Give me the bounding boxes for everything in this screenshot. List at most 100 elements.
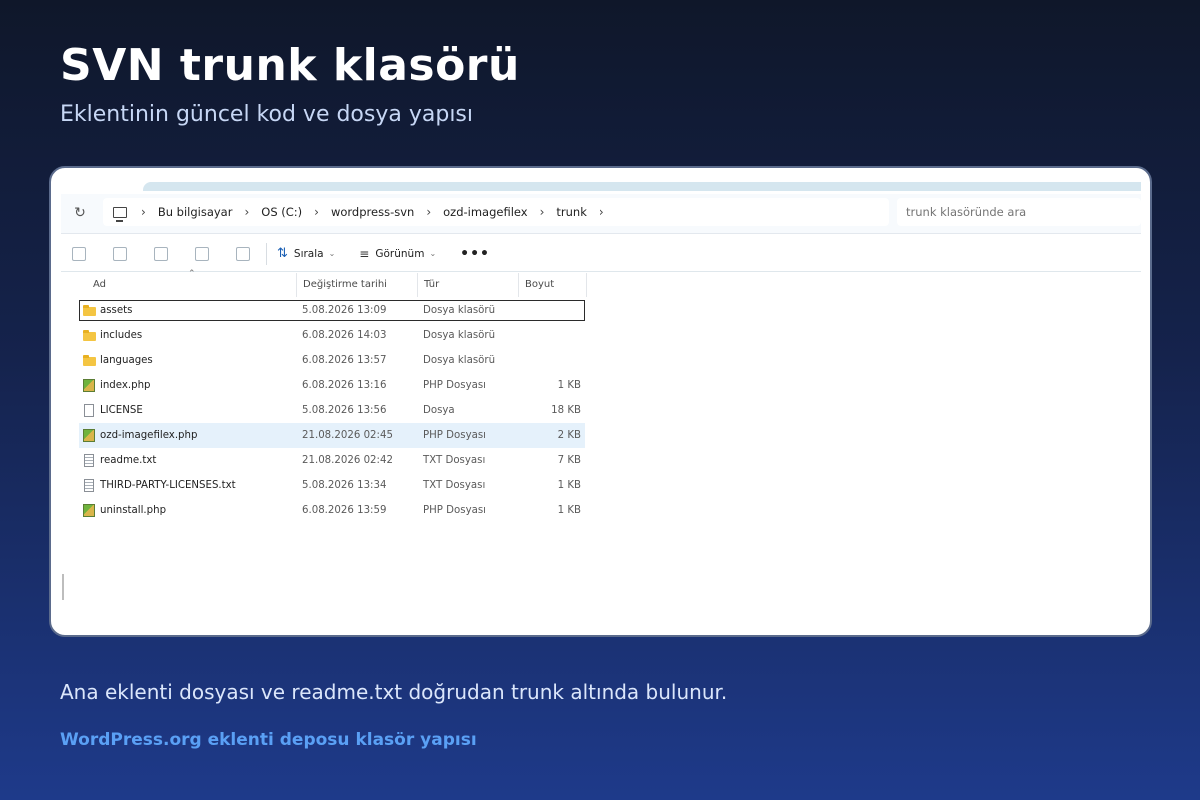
file-name: readme.txt	[100, 455, 157, 466]
text-file-icon	[84, 479, 94, 492]
column-header-row: ⌃ Ad Değiştirme tarihi Tür Boyut	[61, 269, 587, 297]
column-header-size[interactable]: Boyut	[519, 273, 587, 297]
file-icon	[84, 404, 94, 417]
file-size-cell: 18 KB	[551, 405, 581, 416]
command-bar: ⇅ Sırala ⌄ ≡ Görünüm ⌄ •••	[61, 236, 1141, 272]
repository-structure-link[interactable]: WordPress.org eklenti deposu klasör yapı…	[60, 730, 477, 750]
scroll-indicator[interactable]	[62, 574, 64, 600]
file-type-cell: PHP Dosyası	[423, 430, 486, 441]
file-name-cell: languages	[83, 348, 153, 373]
file-modified-cell: 5.08.2026 13:34	[302, 480, 387, 491]
file-name-cell: includes	[83, 323, 142, 348]
file-modified-cell: 21.08.2026 02:45	[302, 430, 393, 441]
chevron-right-icon[interactable]: ›	[314, 205, 319, 219]
file-modified-cell: 6.08.2026 13:57	[302, 355, 387, 366]
view-button[interactable]: ≡ Görünüm ⌄	[359, 247, 436, 261]
file-type-cell: PHP Dosyası	[423, 505, 486, 516]
breadcrumb-item[interactable]: trunk	[556, 205, 586, 219]
file-explorer-window: ↻ › Bu bilgisayar › OS (C:) › wordpress-…	[61, 182, 1141, 622]
sort-button[interactable]: ⇅ Sırala ⌄	[277, 246, 335, 261]
breadcrumb-item[interactable]: ozd-imagefilex	[443, 205, 527, 219]
file-type-cell: TXT Dosyası	[423, 480, 486, 491]
file-type-cell: Dosya klasörü	[423, 330, 496, 341]
column-header-name[interactable]: Ad	[87, 273, 297, 297]
file-modified-cell: 6.08.2026 14:03	[302, 330, 387, 341]
file-row[interactable]: ozd-imagefilex.php 21.08.2026 02:45 PHP Do…	[79, 423, 585, 448]
file-size-cell	[519, 348, 581, 373]
file-modified-cell: 6.08.2026 13:59	[302, 505, 387, 516]
file-size-cell: 1 KB	[557, 480, 581, 491]
chevron-right-icon[interactable]: ›	[599, 205, 604, 219]
folder-icon	[83, 329, 96, 341]
file-type-cell: Dosya	[423, 405, 455, 416]
file-row[interactable]: index.php 6.08.2026 13:16 PHP Dosyası 1 KB	[79, 373, 585, 398]
toolbar-divider	[266, 242, 267, 265]
file-type-cell: PHP Dosyası	[423, 380, 486, 391]
paste-icon[interactable]	[113, 246, 127, 261]
chevron-down-icon: ⌄	[328, 249, 336, 258]
breadcrumb-item[interactable]: OS (C:)	[261, 205, 302, 219]
file-modified-cell: 5.08.2026 13:09	[302, 305, 387, 316]
file-type-cell: Dosya klasörü	[423, 355, 496, 366]
delete-icon[interactable]	[236, 246, 250, 261]
file-name: uninstall.php	[100, 505, 167, 516]
file-name: THIRD-PARTY-LICENSES.txt	[100, 480, 236, 491]
address-bar[interactable]: › Bu bilgisayar › OS (C:) › wordpress-sv…	[103, 198, 889, 226]
breadcrumb-item[interactable]: wordpress-svn	[331, 205, 414, 219]
file-name-cell: LICENSE	[83, 398, 143, 423]
file-row[interactable]: readme.txt 21.08.2026 02:42 TXT Dosyası 7 K…	[79, 448, 585, 473]
rename-icon[interactable]	[154, 246, 168, 261]
php-file-icon	[83, 504, 95, 517]
file-name: includes	[100, 330, 143, 341]
screenshot-frame: ↻ › Bu bilgisayar › OS (C:) › wordpress-…	[49, 166, 1152, 637]
sort-label: Sırala	[293, 247, 324, 260]
file-row[interactable]: LICENSE 5.08.2026 13:56 Dosya 18 KB	[79, 398, 585, 423]
search-input[interactable]	[897, 198, 1141, 226]
address-row: ↻ › Bu bilgisayar › OS (C:) › wordpress-…	[61, 194, 1141, 234]
file-name: LICENSE	[100, 405, 143, 416]
file-row[interactable]: assets 5.08.2026 13:09 Dosya klasörü	[79, 300, 585, 321]
file-name-cell: readme.txt	[83, 448, 156, 473]
file-row[interactable]: THIRD-PARTY-LICENSES.txt 5.08.2026 13:34 T…	[79, 473, 585, 498]
php-file-icon	[83, 429, 95, 442]
share-icon[interactable]	[195, 246, 209, 261]
file-name-cell: ozd-imagefilex.php	[83, 423, 197, 448]
sort-icon: ⇅	[277, 246, 288, 261]
view-label: Görünüm	[375, 247, 425, 260]
chevron-down-icon: ⌄	[429, 249, 437, 258]
file-row[interactable]: includes 6.08.2026 14:03 Dosya klasörü	[79, 323, 585, 348]
file-name-cell: THIRD-PARTY-LICENSES.txt	[83, 473, 236, 498]
chevron-right-icon[interactable]: ›	[426, 205, 431, 219]
file-modified-cell: 21.08.2026 02:42	[302, 455, 393, 466]
list-view-icon: ≡	[359, 246, 370, 261]
file-name: languages	[100, 355, 153, 366]
folder-icon	[83, 354, 96, 366]
refresh-icon[interactable]: ↻	[71, 204, 89, 222]
file-modified-cell: 5.08.2026 13:56	[302, 405, 387, 416]
chevron-right-icon[interactable]: ›	[141, 205, 146, 219]
file-size-cell: 7 KB	[557, 455, 581, 466]
chevron-right-icon[interactable]: ›	[244, 205, 249, 219]
page-title: SVN trunk klasörü	[60, 40, 520, 91]
file-type-cell: Dosya klasörü	[423, 305, 496, 316]
file-row[interactable]: languages 6.08.2026 13:57 Dosya klasörü	[79, 348, 585, 373]
file-row[interactable]: uninstall.php 6.08.2026 13:59 PHP Dosyası 1…	[79, 498, 585, 523]
column-header-type[interactable]: Tür	[418, 273, 519, 297]
page-subtitle: Eklentinin güncel kod ve dosya yapısı	[60, 102, 474, 127]
file-size-cell	[519, 300, 581, 321]
more-options-button[interactable]: •••	[460, 246, 490, 262]
file-size-cell: 2 KB	[557, 430, 581, 441]
file-list: assets 5.08.2026 13:09 Dosya klasörü includ…	[79, 298, 585, 523]
file-name-cell: assets	[83, 300, 132, 321]
file-size-cell: 1 KB	[557, 380, 581, 391]
caption-text: Ana eklenti dosyası ve readme.txt doğrud…	[60, 680, 728, 704]
file-modified-cell: 6.08.2026 13:16	[302, 380, 387, 391]
file-name: ozd-imagefilex.php	[100, 430, 198, 441]
file-size-cell: 1 KB	[557, 505, 581, 516]
folder-icon	[83, 304, 96, 316]
copy-icon[interactable]	[72, 246, 86, 261]
file-name: index.php	[100, 380, 151, 391]
breadcrumb-item[interactable]: Bu bilgisayar	[158, 205, 233, 219]
chevron-right-icon[interactable]: ›	[540, 205, 545, 219]
column-header-modified[interactable]: Değiştirme tarihi	[297, 273, 418, 297]
